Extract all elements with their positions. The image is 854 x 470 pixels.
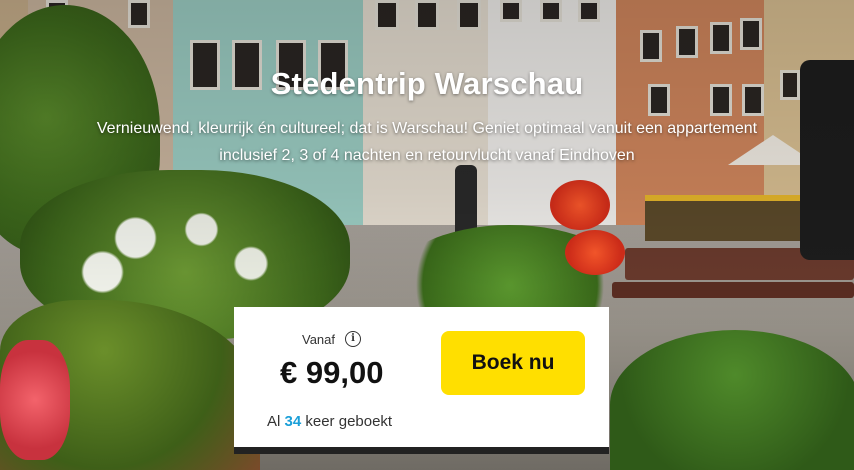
price-from-label: Vanaf [302, 331, 336, 347]
booked-count: 34 [284, 413, 302, 430]
book-now-button[interactable]: Boek nu [441, 331, 585, 395]
booked-prefix: Al [267, 413, 281, 430]
info-icon[interactable]: i [345, 331, 362, 347]
price-from-row: Vanaf i [302, 331, 362, 347]
page-title: Stedentrip Warschau [270, 66, 584, 101]
price-value: € 99,00 [280, 355, 384, 390]
price-card: Vanaf i € 99,00 Al 34 keer geboekt Boek … [234, 307, 609, 454]
hero-banner: Stedentrip Warschau Vernieuwend, kleurri… [0, 0, 854, 470]
booked-suffix: keer geboekt [305, 413, 393, 430]
hero-subtitle: Vernieuwend, kleurrijk én cultureel; dat… [96, 120, 758, 164]
booked-count-text: Al 34 keer geboekt [267, 413, 392, 430]
